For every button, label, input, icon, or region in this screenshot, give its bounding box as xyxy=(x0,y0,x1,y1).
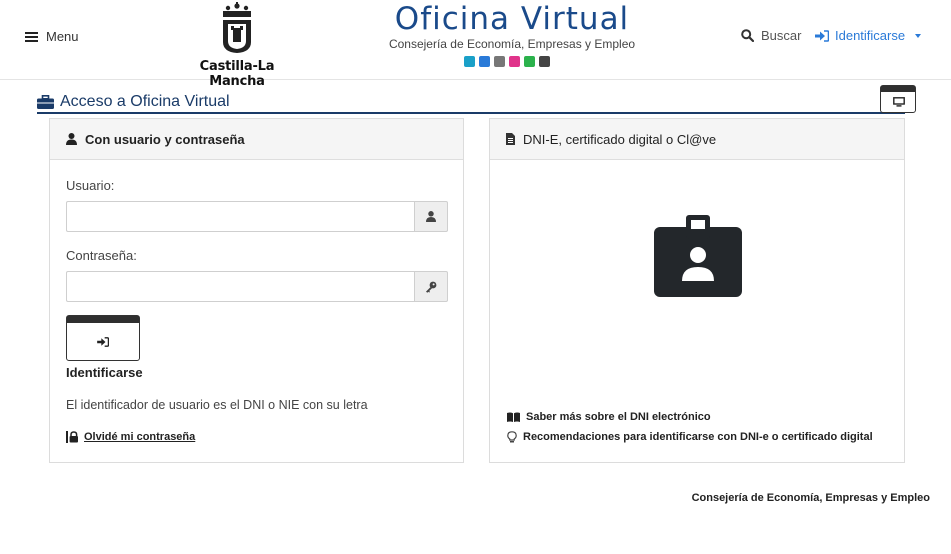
brand-icon-row xyxy=(464,56,550,67)
username-label: Usuario: xyxy=(66,178,115,193)
panel-heading-text: Con usuario y contraseña xyxy=(85,131,245,147)
brand-title[interactable]: Oficina Virtual xyxy=(372,1,652,37)
sign-in-icon xyxy=(815,29,829,42)
castilla-la-mancha-crest-logo[interactable] xyxy=(220,2,254,54)
user-icon xyxy=(66,133,77,145)
key-icon xyxy=(426,281,437,293)
lightbulb-icon xyxy=(507,431,517,443)
recommendations-text: Recomendaciones para identificarse con D… xyxy=(523,431,873,443)
login-label: Identificarse xyxy=(835,28,906,43)
login-button-caption: Identificarse xyxy=(66,365,143,380)
panel-heading: DNI-E, certificado digital o Cl@ve xyxy=(490,119,904,160)
dni-info-text: Saber más sobre el DNI electrónico xyxy=(526,411,711,423)
user-icon xyxy=(426,211,436,222)
clipboard-icon xyxy=(524,56,535,67)
gears-icon xyxy=(539,56,550,67)
search-label: Buscar xyxy=(761,28,802,43)
book-icon xyxy=(507,412,520,422)
user-password-panel: Con usuario y contraseña Usuario: Contra… xyxy=(49,118,464,463)
site-header: Menu Castilla-La Mancha Oficina Virtual … xyxy=(0,0,951,89)
section-title-text: Acceso a Oficina Virtual xyxy=(60,93,230,110)
lock-icon xyxy=(66,431,78,443)
id-card-icon xyxy=(464,56,475,67)
username-group xyxy=(66,201,448,232)
password-addon xyxy=(414,271,448,302)
user-tie-icon xyxy=(494,56,505,67)
section-divider xyxy=(37,112,905,114)
id-badge-icon[interactable] xyxy=(654,215,742,297)
username-addon xyxy=(414,201,448,232)
digital-certificate-panel: DNI-E, certificado digital o Cl@ve Saber… xyxy=(489,118,905,463)
forgot-password-link[interactable]: Olvidé mi contraseña xyxy=(66,431,195,443)
panel-heading-text: DNI-E, certificado digital o Cl@ve xyxy=(523,131,717,147)
forgot-password-text: Olvidé mi contraseña xyxy=(84,431,196,443)
briefcase-icon xyxy=(37,95,54,109)
password-input[interactable] xyxy=(66,271,414,302)
username-input[interactable] xyxy=(66,201,414,232)
brand-subtitle: Consejería de Economía, Empresas y Emple… xyxy=(388,37,636,51)
megaphone-icon xyxy=(479,56,490,67)
menu-label: Menu xyxy=(46,29,79,44)
dni-info-link[interactable]: Saber más sobre el DNI electrónico xyxy=(507,411,711,423)
login-submit-button[interactable] xyxy=(66,315,140,361)
footer-text: Consejería de Economía, Empresas y Emple… xyxy=(691,492,930,504)
recommendations-link[interactable]: Recomendaciones para identificarse con D… xyxy=(507,431,873,443)
sign-in-icon xyxy=(97,337,109,347)
hamburger-icon xyxy=(25,31,38,42)
panel-heading: Con usuario y contraseña xyxy=(50,119,463,160)
section-title: Acceso a Oficina Virtual xyxy=(37,93,230,111)
monitor-icon xyxy=(893,97,905,107)
password-group xyxy=(66,271,448,302)
menu-button[interactable]: Menu xyxy=(25,29,79,44)
login-dropdown[interactable]: Identificarse xyxy=(815,28,925,43)
logo-text: Castilla-La Mancha xyxy=(199,59,275,89)
username-hint: El identificador de usuario es el DNI o … xyxy=(66,398,368,412)
file-icon xyxy=(506,133,515,145)
search-button[interactable]: Buscar xyxy=(741,28,801,43)
accessibility-display-button[interactable] xyxy=(880,85,916,113)
list-icon xyxy=(509,56,520,67)
caret-down-icon xyxy=(915,33,922,38)
password-label: Contraseña: xyxy=(66,248,137,263)
search-icon xyxy=(741,29,754,42)
